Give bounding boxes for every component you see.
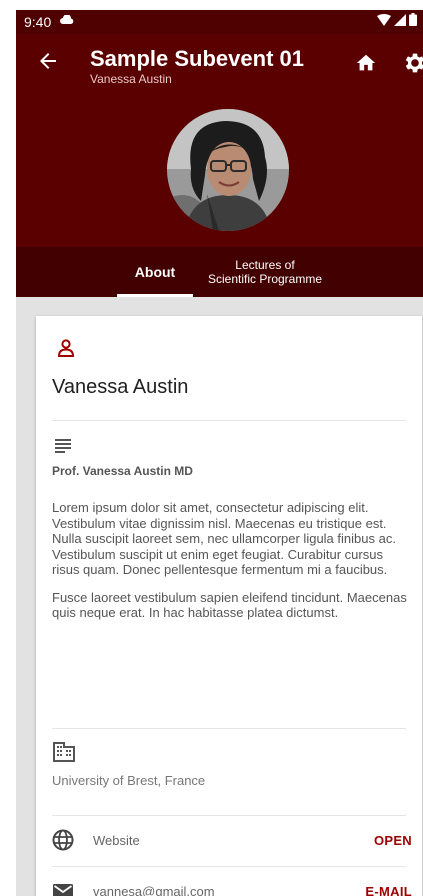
person-icon [57, 339, 75, 357]
avatar [167, 109, 289, 231]
website-label: Website [93, 833, 140, 848]
tab-lectures-label: Lectures of Scientific Programme [207, 258, 323, 286]
building-icon [53, 742, 75, 762]
back-arrow-icon[interactable] [36, 49, 60, 73]
divider [52, 866, 406, 867]
home-icon[interactable] [355, 52, 377, 74]
page-title: Sample Subevent 01 [90, 46, 304, 71]
tab-about-label: About [134, 264, 176, 280]
divider [52, 815, 406, 816]
bio-title: Prof. Vanessa Austin MD [52, 464, 193, 478]
page-subtitle: Vanessa Austin [90, 72, 172, 86]
bio-text: Lorem ipsum dolor sit amet, consectetur … [52, 500, 408, 633]
gear-icon[interactable] [402, 50, 423, 76]
tab-about[interactable]: About [117, 247, 193, 297]
divider [52, 728, 406, 729]
open-website-button[interactable]: OPEN [374, 833, 412, 848]
speaker-name: Vanessa Austin [52, 376, 189, 398]
app-bar: Sample Subevent 01 Vanessa Austin [16, 34, 423, 247]
email-label: vannesa@gmail.com [93, 884, 215, 896]
tab-indicator [117, 294, 193, 297]
send-email-button[interactable]: E-MAIL [365, 884, 412, 896]
status-bar: 9:40 [16, 10, 423, 34]
tab-bar: About Lectures of Scientific Programme [16, 247, 423, 297]
cloud-icon [60, 14, 74, 28]
status-time: 9:40 [24, 14, 52, 30]
affiliation: University of Brest, France [52, 773, 206, 788]
divider [52, 420, 406, 421]
signal-icon [394, 13, 406, 26]
globe-icon [52, 829, 74, 851]
wifi-icon [377, 13, 391, 26]
battery-icon [409, 13, 417, 26]
phone-screen: 9:40 Sample Subevent 01 Vanessa Austin A… [16, 10, 423, 896]
bio-paragraph: Fusce laoreet vestibulum sapien eleifend… [52, 589, 407, 621]
profile-card: Vanessa Austin Prof. Vanessa Austin MD L… [36, 316, 422, 896]
bio-paragraph: Lorem ipsum dolor sit amet, consectetur … [52, 500, 396, 577]
system-icons [377, 13, 417, 26]
notes-icon [55, 439, 71, 453]
tab-lectures[interactable]: Lectures of Scientific Programme [201, 247, 329, 297]
mail-icon [53, 884, 73, 896]
